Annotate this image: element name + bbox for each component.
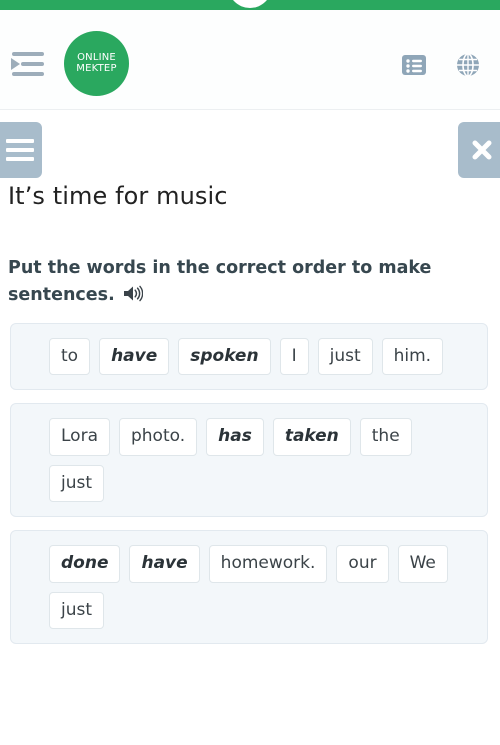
word-chip[interactable]: have [129, 545, 200, 583]
app-header: ONLINE MEKTEP [0, 10, 500, 110]
question-card: to have spoken Ijust him. [10, 323, 488, 391]
word-chip-row: to have spoken Ijust him. [49, 338, 475, 376]
menu-button[interactable] [0, 122, 42, 178]
word-chip[interactable]: to [49, 338, 91, 376]
notch-cutout [228, 0, 272, 8]
speaker-icon[interactable] [123, 284, 144, 311]
word-chip[interactable]: Lora [49, 418, 110, 456]
close-icon [458, 122, 500, 178]
word-chip[interactable]: taken [272, 418, 351, 456]
sidebar-expand-icon[interactable] [10, 50, 44, 80]
hamburger-icon [6, 139, 34, 161]
word-chip[interactable]: just [49, 464, 105, 503]
instruction-label: Put the words in the correct order to ma… [8, 258, 432, 306]
word-chip[interactable]: homework. [208, 545, 328, 583]
instruction-text: Put the words in the correct order to ma… [8, 255, 482, 311]
question-card: done have homework. our We just [10, 530, 488, 644]
word-chip[interactable]: have [99, 338, 170, 376]
word-chip[interactable]: photo. [118, 418, 198, 456]
app-logo[interactable]: ONLINE MEKTEP [64, 31, 129, 96]
question-list: to have spoken Ijust him. Lora photo. has taken… [10, 323, 488, 657]
word-chip[interactable]: done [49, 545, 121, 583]
word-chip[interactable]: the [359, 418, 412, 456]
globe-icon[interactable] [456, 53, 480, 82]
word-chip[interactable]: I [279, 338, 309, 376]
close-button[interactable] [458, 122, 500, 178]
word-chip[interactable]: spoken [178, 338, 271, 376]
top-green-strip [0, 0, 500, 10]
word-chip[interactable]: We [397, 545, 448, 583]
logo-line-1: ONLINE [77, 52, 116, 63]
list-icon[interactable] [402, 54, 426, 81]
question-card: Lora photo. has taken the just [10, 403, 488, 518]
logo-line-2: MEKTEP [76, 62, 117, 74]
header-actions [402, 53, 480, 82]
word-chip[interactable]: our [336, 545, 389, 583]
word-chip[interactable]: him. [381, 338, 444, 376]
word-chip[interactable]: just [317, 338, 373, 376]
word-chip-row: done have homework. our We just [49, 545, 475, 629]
word-chip-row: Lora photo. has taken the just [49, 418, 475, 503]
action-row [0, 122, 500, 180]
word-chip[interactable]: has [206, 418, 264, 456]
word-chip[interactable]: just [49, 591, 105, 629]
page-title: It’s time for music [8, 182, 228, 210]
